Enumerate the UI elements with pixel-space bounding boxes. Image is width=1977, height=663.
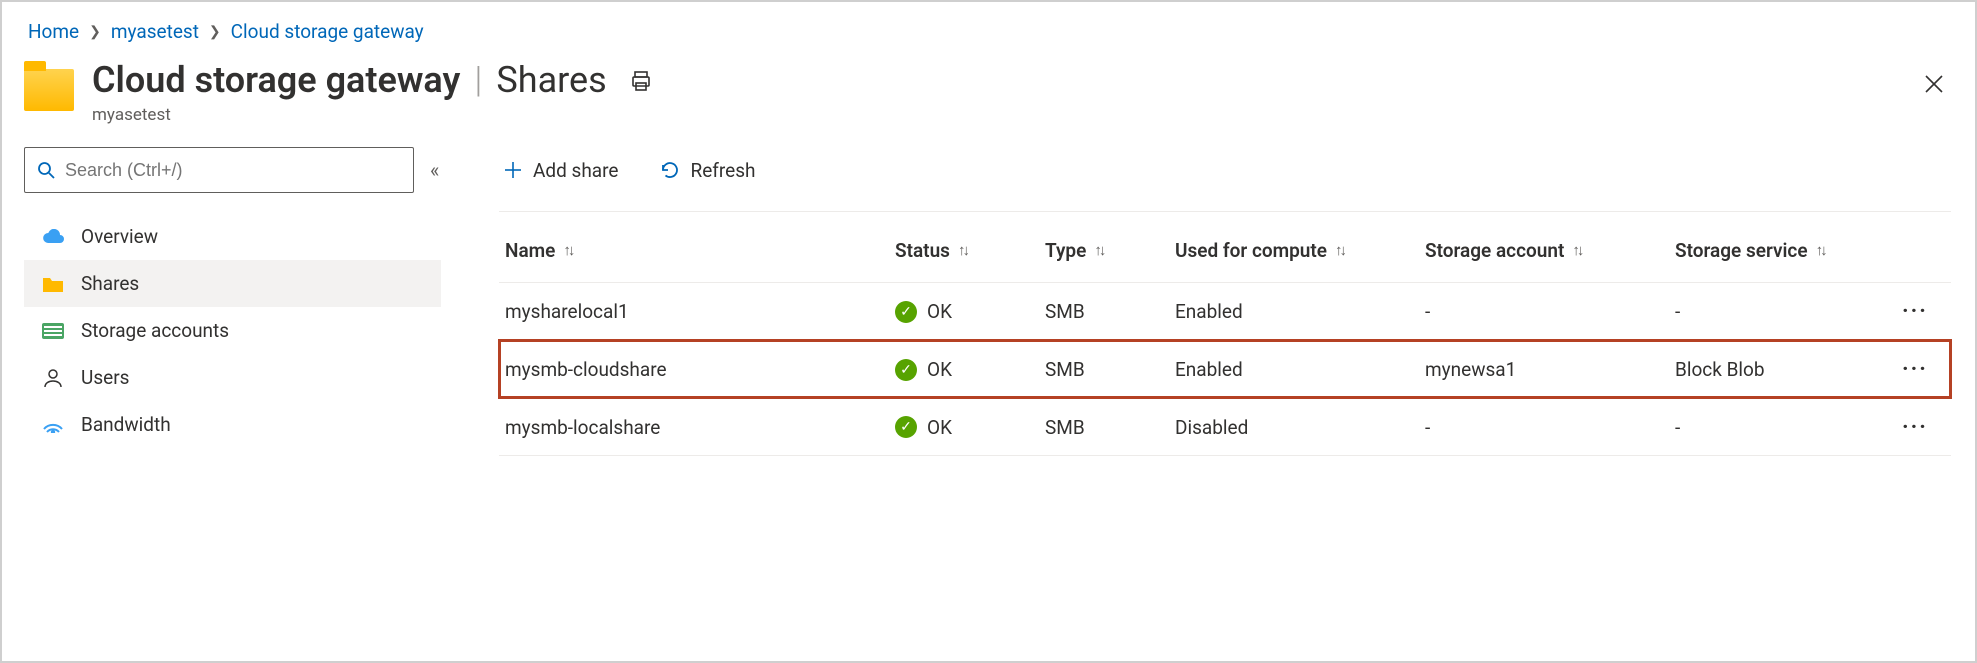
cell-account: - (1425, 416, 1675, 439)
folder-icon (24, 69, 74, 111)
plus-icon (503, 160, 523, 180)
title-main: Cloud storage gateway (92, 59, 460, 101)
status-ok-icon: ✓ (895, 301, 917, 323)
user-icon (41, 368, 65, 388)
cell-account: - (1425, 300, 1675, 323)
add-share-label: Add share (533, 159, 618, 182)
col-status[interactable]: Status ↑↓ (895, 239, 1045, 262)
row-actions-button[interactable]: ··· (1885, 357, 1945, 382)
status-text: OK (927, 358, 952, 381)
table-body: mysharelocal1✓OKSMBEnabled--···mysmb-clo… (499, 282, 1951, 456)
search-box[interactable] (24, 147, 414, 193)
search-icon (37, 161, 55, 179)
sort-icon: ↑↓ (1094, 241, 1103, 259)
sidebar-nav: Overview Shares Storage accounts Users (24, 213, 441, 448)
cell-service: Block Blob (1675, 358, 1885, 381)
sort-icon: ↑↓ (958, 241, 967, 259)
sidebar-item-label: Users (81, 366, 129, 389)
sidebar-item-shares[interactable]: Shares (24, 260, 441, 307)
row-actions-button[interactable]: ··· (1885, 299, 1945, 324)
sort-icon: ↑↓ (563, 241, 572, 259)
table-header: Name ↑↓ Status ↑↓ Type ↑↓ Used for compu… (499, 218, 1951, 282)
cell-status: ✓ OK (895, 416, 1045, 439)
sidebar-item-label: Overview (81, 225, 158, 248)
status-ok-icon: ✓ (895, 359, 917, 381)
cell-name: mysmb-localshare (505, 416, 895, 439)
col-name[interactable]: Name ↑↓ (505, 239, 895, 262)
cell-type: SMB (1045, 416, 1175, 439)
col-service[interactable]: Storage service ↑↓ (1675, 239, 1885, 262)
sidebar-item-users[interactable]: Users (24, 354, 441, 401)
refresh-button[interactable]: Refresh (656, 153, 759, 188)
main-content: Add share Refresh Name ↑↓ Status ↑↓ Type (459, 147, 1975, 456)
breadcrumb: Home ❯ myasetest ❯ Cloud storage gateway (2, 2, 1975, 53)
sort-icon: ↑↓ (1572, 241, 1581, 259)
close-button[interactable] (1919, 69, 1949, 99)
title-sub: Shares (496, 59, 606, 101)
sort-icon: ↑↓ (1335, 241, 1344, 259)
cell-name: mysharelocal1 (505, 300, 895, 323)
col-type[interactable]: Type ↑↓ (1045, 239, 1175, 262)
refresh-icon (660, 160, 680, 180)
status-ok-icon: ✓ (895, 416, 917, 438)
sidebar-item-label: Bandwidth (81, 413, 171, 436)
cell-compute: Enabled (1175, 358, 1425, 381)
print-button[interactable] (629, 69, 653, 93)
cell-service: - (1675, 416, 1885, 439)
page-subtitle: myasetest (92, 105, 607, 125)
breadcrumb-home[interactable]: Home (28, 20, 79, 43)
col-account[interactable]: Storage account ↑↓ (1425, 239, 1675, 262)
storage-icon (41, 323, 65, 339)
sort-icon: ↑↓ (1816, 241, 1825, 259)
col-name-label: Name (505, 239, 555, 262)
chevron-right-icon: ❯ (89, 24, 101, 40)
page-header: Cloud storage gateway | Shares myasetest (2, 53, 1975, 147)
chevron-right-icon: ❯ (209, 24, 221, 40)
title-separator: | (474, 59, 482, 101)
cell-status: ✓ OK (895, 300, 1045, 323)
cell-name: mysmb-cloudshare (505, 358, 895, 381)
close-icon (1923, 73, 1945, 95)
status-text: OK (927, 416, 952, 439)
add-share-button[interactable]: Add share (499, 153, 622, 188)
col-compute-label: Used for compute (1175, 239, 1327, 262)
col-service-label: Storage service (1675, 239, 1808, 262)
status-text: OK (927, 300, 952, 323)
cell-compute: Disabled (1175, 416, 1425, 439)
toolbar: Add share Refresh (499, 147, 1951, 193)
bandwidth-icon (41, 417, 65, 433)
breadcrumb-resource[interactable]: myasetest (111, 20, 199, 43)
cell-status: ✓ OK (895, 358, 1045, 381)
sidebar-item-label: Storage accounts (81, 319, 229, 342)
sidebar-item-storage-accounts[interactable]: Storage accounts (24, 307, 441, 354)
sidebar-item-bandwidth[interactable]: Bandwidth (24, 401, 441, 448)
table-row[interactable]: mysmb-localshare✓OKSMBDisabled--··· (499, 398, 1951, 456)
folder-icon (41, 275, 65, 293)
sidebar-item-overview[interactable]: Overview (24, 213, 441, 260)
table-row[interactable]: mysharelocal1✓OKSMBEnabled--··· (499, 282, 1951, 340)
printer-icon (629, 69, 653, 93)
cell-account: mynewsa1 (1425, 358, 1675, 381)
row-actions-button[interactable]: ··· (1885, 415, 1945, 440)
toolbar-divider (499, 211, 1951, 212)
cell-compute: Enabled (1175, 300, 1425, 323)
sidebar: « Overview Shares Storage accounts (2, 147, 459, 456)
col-type-label: Type (1045, 239, 1086, 262)
cell-type: SMB (1045, 300, 1175, 323)
sidebar-item-label: Shares (81, 272, 139, 295)
col-status-label: Status (895, 239, 950, 262)
search-input[interactable] (65, 160, 401, 181)
cloud-icon (41, 229, 65, 245)
col-account-label: Storage account (1425, 239, 1564, 262)
page-title: Cloud storage gateway | Shares (92, 59, 607, 101)
breadcrumb-section[interactable]: Cloud storage gateway (231, 20, 424, 43)
collapse-sidebar-button[interactable]: « (430, 158, 439, 182)
refresh-label: Refresh (690, 159, 755, 182)
table-row[interactable]: mysmb-cloudshare✓ OK SMBEnabledmynewsa1Blo… (499, 340, 1951, 398)
cell-service: - (1675, 300, 1885, 323)
chevron-double-left-icon: « (430, 158, 439, 182)
title-block: Cloud storage gateway | Shares myasetest (92, 59, 607, 125)
col-compute[interactable]: Used for compute ↑↓ (1175, 239, 1425, 262)
cell-type: SMB (1045, 358, 1175, 381)
